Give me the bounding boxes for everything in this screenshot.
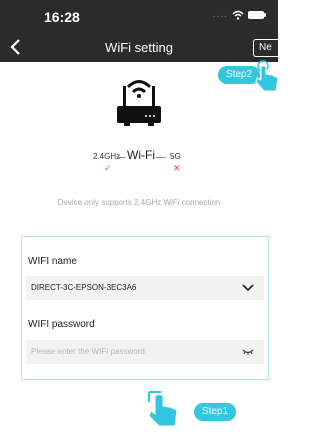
chevron-down-icon[interactable] [242,283,254,293]
divider-line [118,157,126,158]
band-compatibility-row: 2.4GHz Wi-Fi 5G [0,146,278,166]
status-time: 16:28 [44,9,80,25]
wifi-icon [232,10,244,20]
unsupported-cross-icon: ✕ [173,163,181,173]
wifi-password-input[interactable]: Please enter the WIFI password [26,340,264,364]
wifi-name-label: WIFI name [28,256,77,267]
band-note: Device only supports 2.4GHz WiFi connect… [57,198,221,207]
step1-badge: Step1 [194,403,236,421]
band-24ghz-label: 2.4GHz [93,152,121,161]
pointing-hand-icon [255,60,279,92]
page-title: WiFi setting [105,40,173,55]
pointing-hand-icon [148,391,178,427]
band-5g-label: 5G [170,152,181,161]
header-bar: 16:28 .... WiFi setting Ne [0,0,283,62]
wifi-form: WIFI name DIRECT-3C-EPSON-3EC3A6 WIFI pa… [21,236,269,380]
wifi-password-placeholder: Please enter the WIFI password [31,347,145,356]
wifi-name-value: DIRECT-3C-EPSON-3EC3A6 [31,283,137,292]
eye-closed-icon[interactable] [242,348,254,356]
battery-icon [248,10,266,19]
divider-line [156,157,166,158]
router-icon [117,80,161,126]
supported-check-icon: ✓ [104,163,112,173]
status-icons: .... [212,9,266,20]
wifi-label: Wi-Fi [127,148,155,162]
next-button[interactable]: Ne [253,39,283,57]
wifi-password-label: WIFI password [28,319,95,330]
wifi-name-select[interactable]: DIRECT-3C-EPSON-3EC3A6 [26,276,264,300]
signal-dots: .... [212,9,228,20]
